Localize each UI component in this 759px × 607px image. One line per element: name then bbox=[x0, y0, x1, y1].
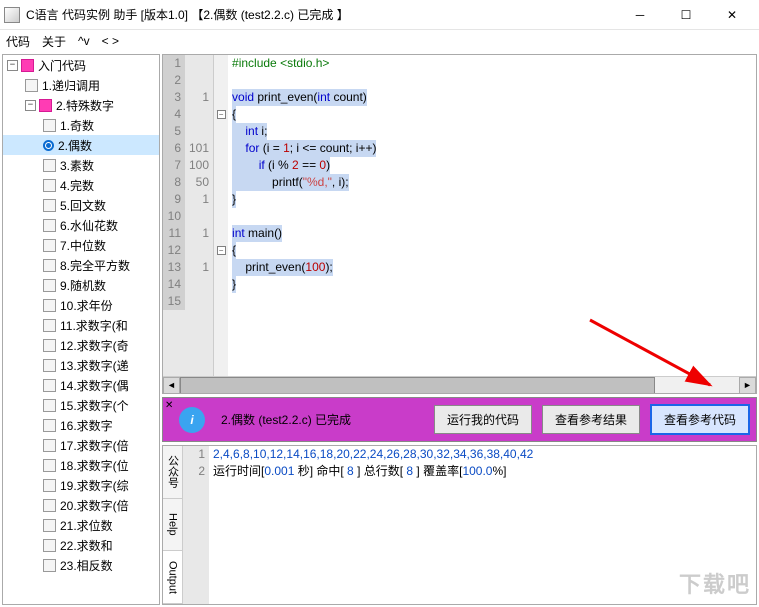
close-button[interactable]: ✕ bbox=[709, 1, 755, 29]
minimize-button[interactable]: ─ bbox=[617, 1, 663, 29]
output-panel: 公众号 Help Output 12 2,4,6,8,10,12,14,16,1… bbox=[162, 445, 757, 605]
hit-counts: 110110050111 bbox=[185, 55, 213, 310]
scroll-left-icon[interactable]: ◄ bbox=[163, 377, 180, 394]
window-controls: ─ ☐ ✕ bbox=[617, 1, 755, 29]
radio-selected-icon bbox=[43, 140, 54, 151]
tree-leaf-5[interactable]: 5.回文数 bbox=[3, 195, 159, 215]
tree-leaf-13[interactable]: 13.求数字(递 bbox=[3, 355, 159, 375]
file-icon bbox=[43, 359, 56, 372]
output-tabs: 公众号 Help Output bbox=[163, 446, 183, 604]
menu-angle[interactable]: < > bbox=[102, 34, 119, 48]
tree-leaf-4[interactable]: 4.完数 bbox=[3, 175, 159, 195]
output-line-numbers: 12 bbox=[183, 446, 209, 604]
code-editor[interactable]: 123456789101112131415 110110050111 −− #i… bbox=[162, 54, 757, 394]
file-icon bbox=[43, 159, 56, 172]
tree-leaf-17[interactable]: 17.求数字(倍 bbox=[3, 435, 159, 455]
file-icon bbox=[43, 559, 56, 572]
tree-leaf-8[interactable]: 8.完全平方数 bbox=[3, 255, 159, 275]
tree-node-special-numbers[interactable]: −2.特殊数字 bbox=[3, 95, 159, 115]
horizontal-scrollbar[interactable]: ◄ ► bbox=[163, 376, 756, 393]
file-icon bbox=[43, 499, 56, 512]
file-icon bbox=[43, 399, 56, 412]
tree-leaf-7[interactable]: 7.中位数 bbox=[3, 235, 159, 255]
tree-leaf-11[interactable]: 11.求数字(和 bbox=[3, 315, 159, 335]
tree-leaf-21[interactable]: 21.求位数 bbox=[3, 515, 159, 535]
tree-leaf-10[interactable]: 10.求年份 bbox=[3, 295, 159, 315]
menu-mv[interactable]: ^v bbox=[78, 34, 90, 48]
tree-root[interactable]: −入门代码 bbox=[3, 55, 159, 75]
folder-icon bbox=[39, 99, 52, 112]
line-numbers: 123456789101112131415 bbox=[163, 55, 185, 310]
file-icon bbox=[43, 539, 56, 552]
output-content: 2,4,6,8,10,12,14,16,18,20,22,24,26,28,30… bbox=[209, 446, 756, 604]
tree-leaf-18[interactable]: 18.求数字(位 bbox=[3, 455, 159, 475]
tree-leaf-6[interactable]: 6.水仙花数 bbox=[3, 215, 159, 235]
title-bar: C语言 代码实例 助手 [版本1.0] 【2.偶数 (test2.2.c) 已完… bbox=[0, 0, 759, 30]
tree-leaf-3[interactable]: 3.素数 bbox=[3, 155, 159, 175]
fold-icon[interactable]: − bbox=[217, 246, 226, 255]
tree-leaf-9[interactable]: 9.随机数 bbox=[3, 275, 159, 295]
info-icon: i bbox=[179, 407, 205, 433]
file-icon bbox=[43, 299, 56, 312]
file-icon bbox=[43, 479, 56, 492]
tree-leaf-1[interactable]: 1.奇数 bbox=[3, 115, 159, 135]
scroll-right-icon[interactable]: ► bbox=[739, 377, 756, 394]
file-icon bbox=[43, 319, 56, 332]
tree-panel[interactable]: −入门代码 1.递归调用 −2.特殊数字 1.奇数 2.偶数 3.素数 4.完数… bbox=[2, 54, 160, 605]
tree-leaf-14[interactable]: 14.求数字(偶 bbox=[3, 375, 159, 395]
file-icon bbox=[43, 239, 56, 252]
tree-leaf-16[interactable]: 16.求数字 bbox=[3, 415, 159, 435]
scrollbar-thumb[interactable] bbox=[180, 377, 655, 394]
menu-code[interactable]: 代码 bbox=[6, 33, 30, 50]
file-icon bbox=[43, 339, 56, 352]
file-icon bbox=[43, 379, 56, 392]
fold-icon[interactable]: − bbox=[217, 110, 226, 119]
file-icon bbox=[43, 419, 56, 432]
window-title: C语言 代码实例 助手 [版本1.0] 【2.偶数 (test2.2.c) 已完… bbox=[26, 6, 617, 23]
tree-leaf-2-selected[interactable]: 2.偶数 bbox=[3, 135, 159, 155]
view-result-button[interactable]: 查看参考结果 bbox=[542, 405, 640, 434]
fold-column[interactable]: −− bbox=[214, 55, 228, 376]
file-icon bbox=[43, 119, 56, 132]
file-icon bbox=[43, 439, 56, 452]
tree-leaf-22[interactable]: 22.求数和 bbox=[3, 535, 159, 555]
panel-close-icon[interactable]: ✕ bbox=[165, 400, 173, 411]
file-icon bbox=[43, 279, 56, 292]
file-icon bbox=[43, 179, 56, 192]
tab-help[interactable]: Help bbox=[163, 499, 182, 552]
tree-leaf-19[interactable]: 19.求数字(综 bbox=[3, 475, 159, 495]
app-icon bbox=[4, 7, 20, 23]
file-icon bbox=[25, 79, 38, 92]
run-code-button[interactable]: 运行我的代码 bbox=[434, 405, 532, 434]
file-icon bbox=[43, 219, 56, 232]
folder-icon bbox=[21, 59, 34, 72]
tree-leaf-12[interactable]: 12.求数字(奇 bbox=[3, 335, 159, 355]
file-icon bbox=[43, 199, 56, 212]
collapse-icon[interactable]: − bbox=[7, 60, 18, 71]
editor-gutter: 123456789101112131415 110110050111 bbox=[163, 55, 214, 376]
collapse-icon[interactable]: − bbox=[25, 100, 36, 111]
status-strip: ✕ i 2.偶数 (test2.2.c) 已完成 运行我的代码 查看参考结果 查… bbox=[162, 397, 757, 442]
tab-output[interactable]: Output bbox=[163, 551, 182, 604]
menu-about[interactable]: 关于 bbox=[42, 33, 66, 50]
code-content[interactable]: #include <stdio.h> void print_even(int c… bbox=[228, 55, 756, 376]
output-body[interactable]: 12 2,4,6,8,10,12,14,16,18,20,22,24,26,28… bbox=[183, 446, 756, 604]
tree-leaf-23[interactable]: 23.相反数 bbox=[3, 555, 159, 575]
maximize-button[interactable]: ☐ bbox=[663, 1, 709, 29]
file-icon bbox=[43, 459, 56, 472]
tree-node-recursion[interactable]: 1.递归调用 bbox=[3, 75, 159, 95]
status-text: 2.偶数 (test2.2.c) 已完成 bbox=[221, 411, 424, 428]
tree-leaf-15[interactable]: 15.求数字(个 bbox=[3, 395, 159, 415]
tree-leaf-20[interactable]: 20.求数字(倍 bbox=[3, 495, 159, 515]
menu-bar: 代码 关于 ^v < > bbox=[0, 30, 759, 52]
file-icon bbox=[43, 519, 56, 532]
view-reference-code-button[interactable]: 查看参考代码 bbox=[650, 404, 750, 435]
file-icon bbox=[43, 259, 56, 272]
tab-gzh[interactable]: 公众号 bbox=[163, 446, 182, 499]
